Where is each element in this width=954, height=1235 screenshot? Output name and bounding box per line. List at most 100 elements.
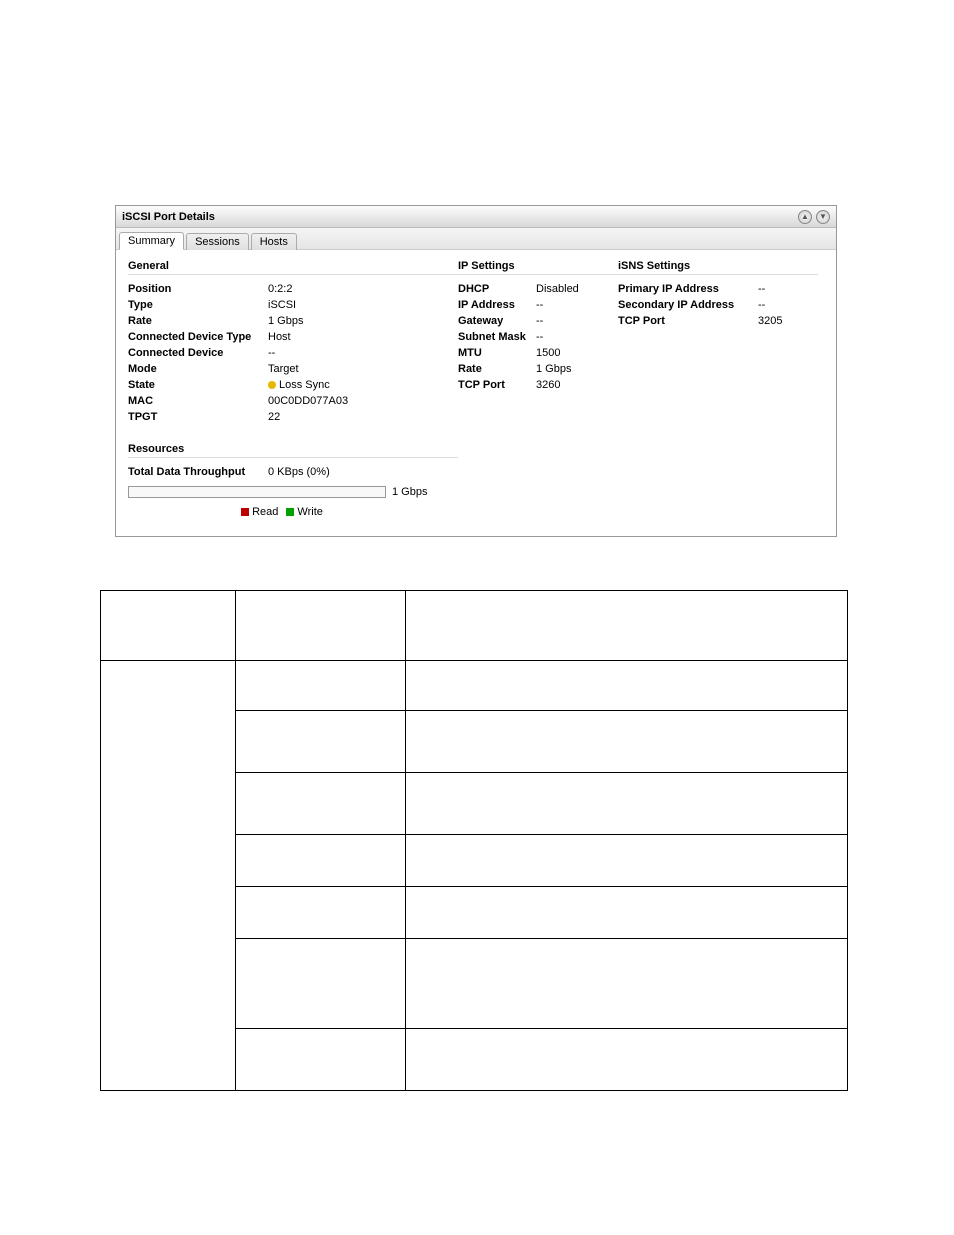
general-column: General Position0:2:2TypeiSCSIRate1 Gbps… xyxy=(128,260,458,518)
kv-value: 1500 xyxy=(536,347,560,359)
kv-value: -- xyxy=(758,283,765,295)
table-field-cell xyxy=(235,711,405,773)
collapse-up-icon[interactable]: ▲ xyxy=(798,210,812,224)
kv-key: MAC xyxy=(128,395,268,407)
isns-settings-column: iSNS Settings Primary IP Address--Second… xyxy=(618,260,818,518)
kv-value: -- xyxy=(758,299,765,311)
kv-key: Mode xyxy=(128,363,268,375)
kv-row: TCP Port3205 xyxy=(618,313,818,329)
kv-key: MTU xyxy=(458,347,536,359)
table-header-cell xyxy=(405,591,847,661)
tabstrip: Summary Sessions Hosts xyxy=(116,228,836,250)
legend-swatch-icon xyxy=(286,508,294,516)
table-field-cell xyxy=(235,661,405,711)
kv-row: StateLoss Sync xyxy=(128,377,458,393)
isns-settings-header: iSNS Settings xyxy=(618,260,818,275)
table-desc-cell xyxy=(405,711,847,773)
table-field-cell xyxy=(235,1029,405,1091)
legend-label: Read xyxy=(252,506,278,518)
kv-key: Gateway xyxy=(458,315,536,327)
table-desc-cell xyxy=(405,887,847,939)
kv-value: 22 xyxy=(268,411,280,423)
kv-value: 1 Gbps xyxy=(268,315,303,327)
kv-key: Primary IP Address xyxy=(618,283,758,295)
table-field-cell xyxy=(235,939,405,1029)
kv-row: Subnet Mask-- xyxy=(458,329,618,345)
ip-settings-column: IP Settings DHCPDisabledIP Address--Gate… xyxy=(458,260,618,518)
kv-row: DHCPDisabled xyxy=(458,281,618,297)
kv-row: Primary IP Address-- xyxy=(618,281,818,297)
kv-value: 0:2:2 xyxy=(268,283,292,295)
status-dot-icon xyxy=(268,381,276,389)
collapse-down-icon[interactable]: ▼ xyxy=(816,210,830,224)
kv-value: Host xyxy=(268,331,291,343)
kv-key: State xyxy=(128,379,268,391)
throughput-legend: Read Write xyxy=(128,506,428,518)
resources-section: Resources Total Data Throughput 0 KBps (… xyxy=(128,443,458,518)
kv-value: Loss Sync xyxy=(268,379,330,391)
kv-value: Target xyxy=(268,363,299,375)
kv-key: IP Address xyxy=(458,299,536,311)
table-desc-cell xyxy=(405,773,847,835)
tab-summary[interactable]: Summary xyxy=(119,232,184,250)
kv-row: Rate1 Gbps xyxy=(458,361,618,377)
panel-titlebar: iSCSI Port Details ▲ ▼ xyxy=(116,206,836,228)
throughput-bar-row: 1 Gbps xyxy=(128,486,458,498)
kv-row: TPGT22 xyxy=(128,409,458,425)
kv-key: DHCP xyxy=(458,283,536,295)
table-desc-cell xyxy=(405,835,847,887)
table-desc-cell xyxy=(405,939,847,1029)
iscsi-port-details-panel: iSCSI Port Details ▲ ▼ Summary Sessions … xyxy=(115,205,837,537)
throughput-label: Total Data Throughput xyxy=(128,466,268,478)
kv-key: TPGT xyxy=(128,411,268,423)
kv-row: IP Address-- xyxy=(458,297,618,313)
kv-key: Connected Device xyxy=(128,347,268,359)
kv-row: Gateway-- xyxy=(458,313,618,329)
table-field-cell xyxy=(235,835,405,887)
wireframe-table xyxy=(100,590,848,1091)
table-field-cell xyxy=(235,887,405,939)
kv-key: Connected Device Type xyxy=(128,331,268,343)
table-desc-cell xyxy=(405,1029,847,1091)
kv-key: Type xyxy=(128,299,268,311)
kv-row: MAC00C0DD077A03 xyxy=(128,393,458,409)
kv-key: Rate xyxy=(128,315,268,327)
kv-row: Connected Device TypeHost xyxy=(128,329,458,345)
kv-key: Subnet Mask xyxy=(458,331,536,343)
kv-row: Secondary IP Address-- xyxy=(618,297,818,313)
kv-value: -- xyxy=(536,315,543,327)
panel-body: General Position0:2:2TypeiSCSIRate1 Gbps… xyxy=(116,250,836,536)
kv-key: Secondary IP Address xyxy=(618,299,758,311)
kv-row: TCP Port3260 xyxy=(458,377,618,393)
kv-value: 3260 xyxy=(536,379,560,391)
table-desc-cell xyxy=(405,661,847,711)
tab-sessions[interactable]: Sessions xyxy=(186,233,249,250)
panel-title: iSCSI Port Details xyxy=(122,211,794,223)
table-header-cell xyxy=(101,591,236,661)
kv-value: -- xyxy=(536,299,543,311)
kv-row: Position0:2:2 xyxy=(128,281,458,297)
throughput-value: 0 KBps (0%) xyxy=(268,466,330,478)
throughput-bar-max: 1 Gbps xyxy=(392,486,427,498)
kv-value: Disabled xyxy=(536,283,579,295)
kv-key: Rate xyxy=(458,363,536,375)
kv-value: 1 Gbps xyxy=(536,363,571,375)
table-section-cell xyxy=(101,661,236,1091)
tab-hosts[interactable]: Hosts xyxy=(251,233,297,250)
kv-row: ModeTarget xyxy=(128,361,458,377)
legend-swatch-icon xyxy=(241,508,249,516)
kv-value: 3205 xyxy=(758,315,782,327)
kv-value: -- xyxy=(268,347,275,359)
throughput-row: Total Data Throughput 0 KBps (0%) xyxy=(128,464,458,480)
throughput-bar xyxy=(128,486,386,498)
table-header-cell xyxy=(235,591,405,661)
kv-key: TCP Port xyxy=(618,315,758,327)
kv-value: iSCSI xyxy=(268,299,296,311)
legend-label: Write xyxy=(297,506,322,518)
kv-value: 00C0DD077A03 xyxy=(268,395,348,407)
ip-settings-header: IP Settings xyxy=(458,260,618,275)
kv-row: Connected Device-- xyxy=(128,345,458,361)
resources-header: Resources xyxy=(128,443,458,458)
kv-row: Rate1 Gbps xyxy=(128,313,458,329)
general-header: General xyxy=(128,260,458,275)
